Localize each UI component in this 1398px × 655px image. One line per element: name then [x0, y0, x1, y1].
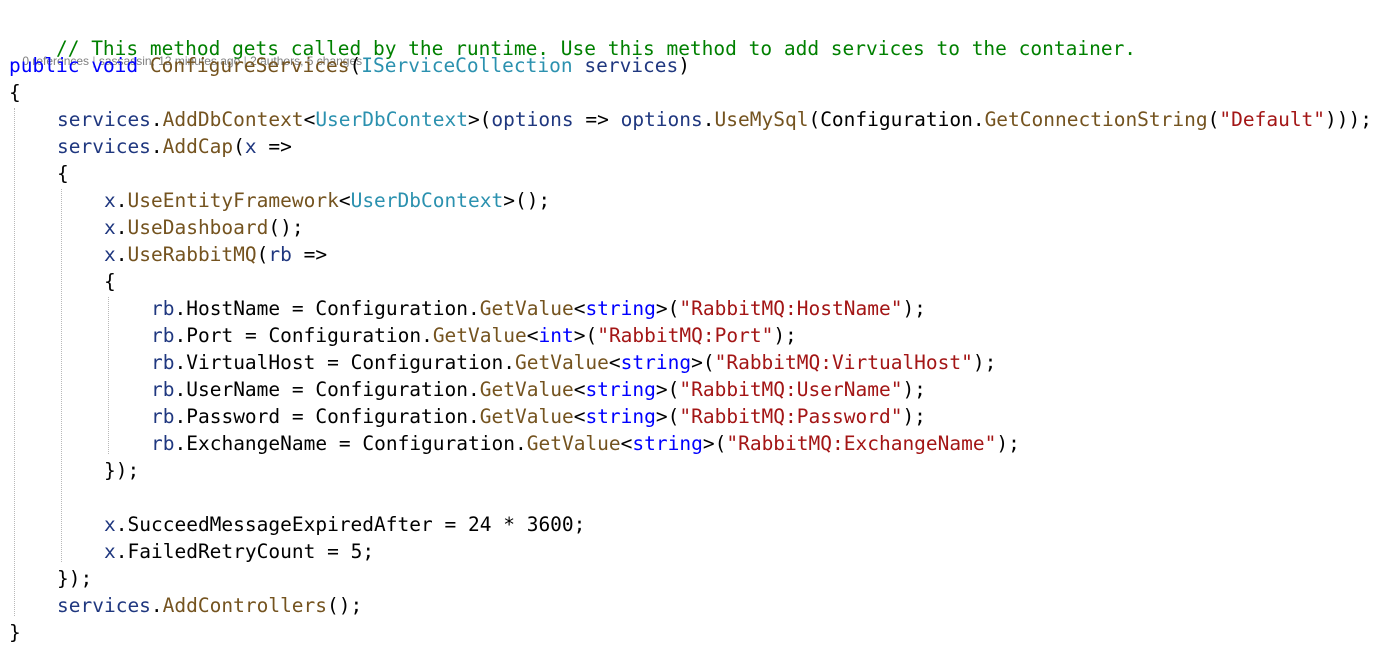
- code-line-signature[interactable]: public void ConfigureServices(IServiceCo…: [9, 52, 690, 79]
- code-line-port[interactable]: rb.Port = Configuration.GetValue<int>("R…: [151, 322, 797, 349]
- code-line-close-lambda[interactable]: });: [104, 457, 139, 484]
- code-line-host-name[interactable]: rb.HostName = Configuration.GetValue<str…: [151, 295, 926, 322]
- code-line-add-cap[interactable]: services.AddCap(x =>: [57, 133, 292, 160]
- code-line-password[interactable]: rb.Password = Configuration.GetValue<str…: [151, 403, 926, 430]
- code-editor[interactable]: // This method gets called by the runtim…: [0, 0, 1398, 655]
- code-line-add-controllers[interactable]: services.AddControllers();: [57, 592, 362, 619]
- code-line-failed-retry[interactable]: x.FailedRetryCount = 5;: [104, 538, 374, 565]
- code-line-close-lambda[interactable]: });: [57, 565, 92, 592]
- keyword: void: [91, 54, 139, 77]
- code-line-comment[interactable]: // This method gets called by the runtim…: [9, 8, 1136, 60]
- indent-guide: [61, 189, 62, 562]
- code-line-virtual-host[interactable]: rb.VirtualHost = Configuration.GetValue<…: [151, 349, 996, 376]
- code-line-open-brace[interactable]: {: [9, 79, 21, 106]
- code-line-exchange-name[interactable]: rb.ExchangeName = Configuration.GetValue…: [151, 430, 1020, 457]
- code-line-use-entity-framework[interactable]: x.UseEntityFramework<UserDbContext>();: [104, 187, 550, 214]
- codelens: 0 references | sassassin, 12 minutes ago…: [22, 54, 363, 68]
- code-line-add-db-context[interactable]: services.AddDbContext<UserDbContext>(opt…: [57, 106, 1372, 133]
- parameter-name: services: [584, 54, 679, 77]
- code-line-succeed-expired[interactable]: x.SucceedMessageExpiredAfter = 24 * 3600…: [104, 511, 585, 538]
- method-name: ConfigureServices: [149, 54, 350, 77]
- code-line-open-brace[interactable]: {: [57, 160, 69, 187]
- string-literal: "Default": [1219, 108, 1326, 131]
- code-line-user-name[interactable]: rb.UserName = Configuration.GetValue<str…: [151, 376, 926, 403]
- indent-guide: [14, 108, 15, 616]
- code-line-open-brace[interactable]: {: [104, 268, 116, 295]
- code-line-use-rabbit-mq[interactable]: x.UseRabbitMQ(rb =>: [104, 241, 327, 268]
- keyword: public: [9, 54, 80, 77]
- code-line-use-dashboard[interactable]: x.UseDashboard();: [104, 214, 304, 241]
- code-line-close-brace[interactable]: }: [9, 619, 21, 646]
- indent-guide: [108, 297, 109, 454]
- type-name: IServiceCollection: [361, 54, 573, 77]
